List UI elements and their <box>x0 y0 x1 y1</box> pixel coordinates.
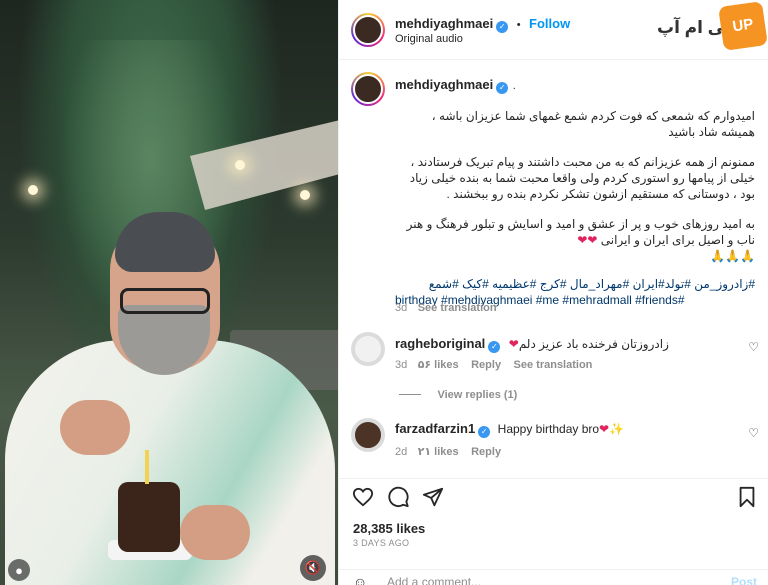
cake-candle <box>145 450 149 484</box>
caption-time[interactable]: 3d <box>395 302 407 314</box>
view-replies-link[interactable]: View replies (1) <box>437 389 517 401</box>
emoji-icon[interactable]: ☺ <box>353 574 367 585</box>
commenter-avatar[interactable] <box>351 418 385 452</box>
header-separator: • <box>516 19 521 31</box>
watermark-badge: UP PM <box>718 1 768 79</box>
caption-line: خیلی از پیامها رو استوری کردم ولی واقعا … <box>409 171 755 185</box>
caption-line-text: ناب و اصیل برای ایران و ایرانی <box>600 233 755 247</box>
caption-line: به امید روزهای خوب و پر از عشق و امید و … <box>406 217 755 231</box>
comment-line: farzadfarzin1 ✓ Happy birthday bro❤✨ <box>395 420 624 438</box>
post-header: mehdiyaghmaei ✓ • Follow Original audio پ… <box>339 0 768 79</box>
commenter-avatar[interactable] <box>351 332 385 366</box>
comment-icon[interactable] <box>387 485 411 509</box>
person-hand-left <box>60 400 130 455</box>
verified-icon: ✓ <box>478 426 491 438</box>
comment-likes[interactable]: ۲۱ likes <box>418 446 459 458</box>
like-heart-icon[interactable] <box>351 485 375 509</box>
comment-time[interactable]: 2d <box>395 446 407 458</box>
person-hair <box>115 212 215 272</box>
caption-user-line: mehdiyaghmaei ✓ . <box>395 76 516 94</box>
caption-meta: 3d See translation <box>395 298 497 316</box>
post-panel: mehdiyaghmaei ✓ • Follow Original audio پ… <box>338 0 768 585</box>
caption-line: همیشه شاد باشید <box>668 125 755 139</box>
prayer-emoji: 🙏🙏🙏 <box>710 249 755 263</box>
share-icon[interactable] <box>421 485 445 509</box>
likes-count[interactable]: 28,385 likes <box>353 521 425 536</box>
audio-label[interactable]: Original audio <box>395 33 463 45</box>
speaker-muted-icon[interactable]: 🔇 <box>300 555 326 581</box>
camera-icon[interactable]: ● <box>8 559 30 581</box>
caption-line: ممنونم از همه عزیزانم که به من محبت داشت… <box>410 155 755 169</box>
see-translation-link[interactable]: See translation <box>418 302 497 314</box>
view-replies-divider <box>399 394 421 395</box>
background-lamp <box>300 190 310 200</box>
caption-dot: . <box>512 80 516 92</box>
comment-likes[interactable]: ۵۶ likes <box>418 359 459 371</box>
hashtags-line[interactable]: #زادروز_من #تولد#ایران #مهراد_مال #کرج #… <box>395 276 755 292</box>
header-user-line: mehdiyaghmaei ✓ • Follow <box>395 15 570 33</box>
follow-button[interactable]: Follow <box>529 16 570 31</box>
comment-text: زادروزتان فرخنده باد عزیز دلم <box>518 337 669 351</box>
post-date[interactable]: 3 DAYS AGO <box>353 538 409 548</box>
commenter-username[interactable]: ragheboriginal <box>395 336 485 351</box>
sparkle-emoji: ✨ <box>609 422 625 436</box>
view-replies-row[interactable]: View replies (1) <box>399 385 517 403</box>
comment-meta: 3d ۵۶ likes Reply See translation <box>395 355 592 373</box>
heart-emoji: ❤ <box>599 422 610 436</box>
post-actions: 28,385 likes 3 DAYS AGO ☺ Add a comment.… <box>339 478 768 585</box>
post-media[interactable]: ● 🔇 <box>0 0 338 585</box>
author-avatar[interactable] <box>351 13 385 47</box>
comment-input[interactable]: Add a comment... <box>387 575 481 585</box>
heart-emoji: ❤❤ <box>577 233 598 247</box>
reply-button[interactable]: Reply <box>471 359 501 371</box>
person-figure <box>0 210 338 585</box>
background-lamp <box>235 160 245 170</box>
verified-icon: ✓ <box>488 341 501 353</box>
background-lamp <box>28 185 38 195</box>
like-comment-heart-icon[interactable]: ♡ <box>748 340 759 354</box>
post-comment-button[interactable]: Post <box>731 575 757 585</box>
comment-text: Happy birthday bro <box>497 422 600 436</box>
bookmark-icon[interactable] <box>735 485 759 509</box>
caption-author-avatar[interactable] <box>351 72 385 106</box>
like-comment-heart-icon[interactable]: ♡ <box>748 426 759 440</box>
comment-meta: 2d ۲۱ likes Reply <box>395 442 501 460</box>
comment-time[interactable]: 3d <box>395 359 407 371</box>
caption-line: ناب و اصیل برای ایران و ایرانی ❤❤ <box>395 232 755 248</box>
comment-line: ragheboriginal ✓ ❤زادروزتان فرخنده باد عز… <box>395 335 669 353</box>
commenter-username[interactable]: farzadfarzin1 <box>395 421 475 436</box>
caption-body: امیدوارم که شمعی که فوت کردم شمع غمهای ش… <box>395 108 755 308</box>
reply-button[interactable]: Reply <box>471 446 501 458</box>
see-translation-link[interactable]: See translation <box>514 359 593 371</box>
caption-line: امیدوارم که شمعی که فوت کردم شمع غمهای ش… <box>431 109 755 123</box>
comments-area: mehdiyaghmaei ✓ . امیدوارم که شمعی که فوت… <box>339 60 768 480</box>
watermark-logo: پی ام آپ UP PM <box>657 1 768 79</box>
author-username[interactable]: mehdiyaghmaei <box>395 16 493 31</box>
birthday-cake <box>118 482 180 552</box>
verified-icon: ✓ <box>496 82 509 94</box>
caption-line: بود ، دوستانی که مستقیم ازشون تشکر نکردم… <box>446 187 755 201</box>
person-glasses <box>120 288 210 314</box>
heart-emoji: ❤ <box>508 337 519 351</box>
add-comment-bar: ☺ Add a comment... Post <box>339 569 768 585</box>
person-hand-right <box>180 505 250 560</box>
caption-username[interactable]: mehdiyaghmaei <box>395 77 493 92</box>
verified-icon: ✓ <box>496 21 509 33</box>
